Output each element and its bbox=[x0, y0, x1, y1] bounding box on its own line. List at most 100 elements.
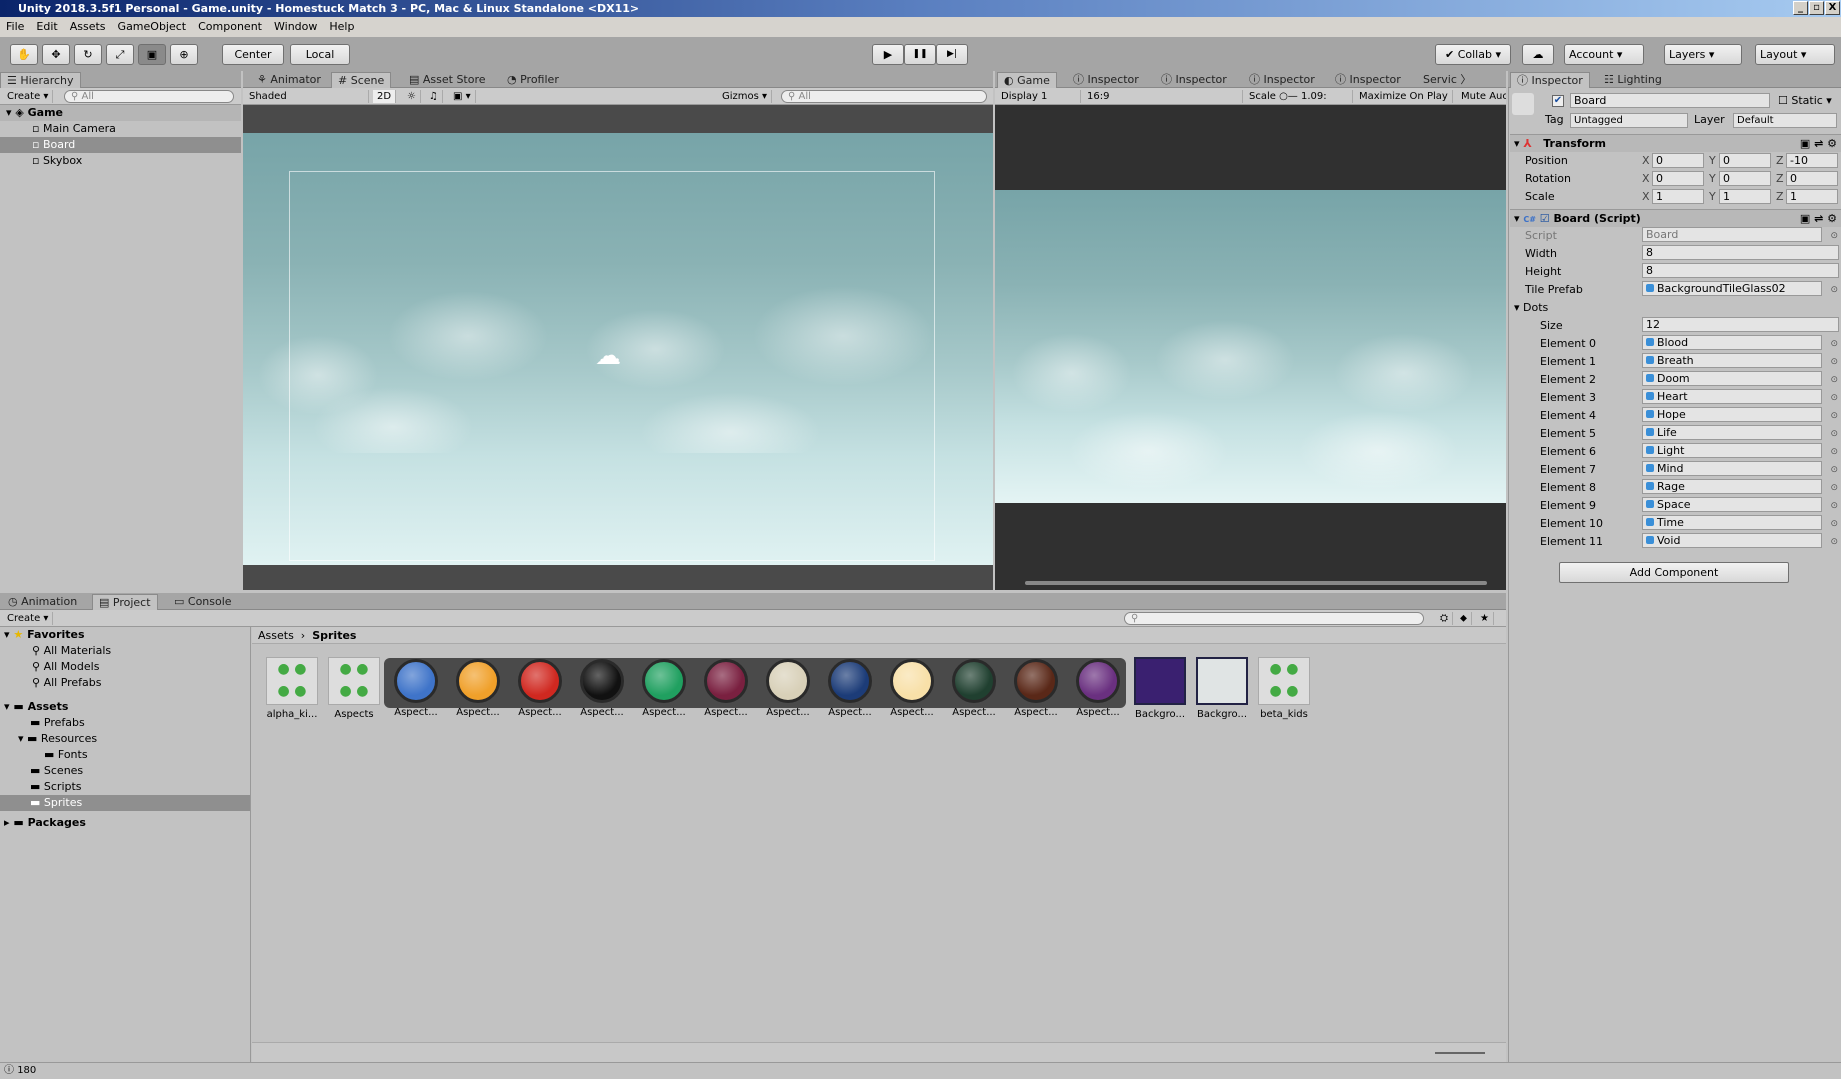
project-create-dropdown[interactable]: Create ▾ bbox=[3, 612, 54, 625]
object-picker-icon[interactable]: ⊙ bbox=[1830, 353, 1838, 371]
assets-foldout[interactable]: ▾ ▬ Assets bbox=[4, 699, 68, 715]
asset-item[interactable]: Backgro... bbox=[1130, 657, 1190, 720]
component-menu-icons[interactable]: ▣ ⇌ ⚙ bbox=[1800, 210, 1837, 228]
tab-inspector-3[interactable]: ⓘ Inspector bbox=[1243, 72, 1321, 88]
folder-fonts[interactable]: ▬ Fonts bbox=[44, 747, 88, 763]
effects-toggle-icon[interactable]: ▣ ▾ bbox=[449, 90, 476, 103]
folder-prefabs[interactable]: ▬ Prefabs bbox=[30, 715, 85, 731]
menu-file[interactable]: File bbox=[0, 17, 30, 37]
object-picker-icon[interactable]: ⊙ bbox=[1830, 281, 1838, 299]
transform-tool-icon[interactable]: ⊕ bbox=[170, 44, 198, 65]
menu-help[interactable]: Help bbox=[323, 17, 360, 37]
step-button[interactable]: ▶| bbox=[936, 44, 968, 65]
element-object-field[interactable]: Space bbox=[1642, 497, 1822, 512]
asset-item[interactable]: ● ● ● ● beta_kids bbox=[1254, 657, 1314, 720]
account-dropdown[interactable]: Account ▾ bbox=[1564, 44, 1644, 65]
hierarchy-item-board[interactable]: ▫ Board bbox=[0, 137, 241, 153]
tab-inspector-2[interactable]: ⓘ Inspector bbox=[1155, 72, 1233, 88]
asset-item[interactable]: Aspect... bbox=[1068, 657, 1128, 718]
tab-lighting[interactable]: ☷ Lighting bbox=[1598, 72, 1668, 88]
pivot-local-button[interactable]: Local bbox=[290, 44, 350, 65]
scene-search-input[interactable]: ⚲ All bbox=[781, 90, 987, 103]
object-picker-icon[interactable]: ⊙ bbox=[1830, 407, 1838, 425]
asset-item[interactable]: Aspect... bbox=[820, 657, 880, 718]
move-tool-icon[interactable]: ✥ bbox=[42, 44, 70, 65]
hierarchy-item-skybox[interactable]: ▫ Skybox bbox=[0, 153, 241, 169]
tab-game[interactable]: ◐ Game bbox=[997, 72, 1057, 88]
tab-animation[interactable]: ◷ Animation bbox=[2, 594, 83, 610]
object-picker-icon[interactable]: ⊙ bbox=[1830, 461, 1838, 479]
height-input[interactable]: 8 bbox=[1642, 263, 1839, 278]
element-object-field[interactable]: Life bbox=[1642, 425, 1822, 440]
enabled-checkbox[interactable]: ☑ bbox=[1540, 212, 1550, 225]
maximize-on-play-toggle[interactable]: Maximize On Play bbox=[1355, 90, 1453, 103]
element-object-field[interactable]: Rage bbox=[1642, 479, 1822, 494]
element-object-field[interactable]: Time bbox=[1642, 515, 1822, 530]
object-picker-icon[interactable]: ⊙ bbox=[1830, 533, 1838, 551]
asset-item[interactable]: Aspect... bbox=[758, 657, 818, 718]
element-object-field[interactable]: Doom bbox=[1642, 371, 1822, 386]
audio-toggle-icon[interactable]: ♫ bbox=[425, 90, 443, 103]
x-input[interactable]: 0 bbox=[1652, 153, 1704, 168]
active-checkbox[interactable]: ✔ bbox=[1552, 95, 1564, 107]
asset-item[interactable]: Aspect... bbox=[882, 657, 942, 718]
y-input[interactable]: 0 bbox=[1719, 153, 1771, 168]
maximize-button[interactable]: ▫ bbox=[1809, 1, 1824, 15]
favorite-all-materials[interactable]: ⚲ All Materials bbox=[32, 643, 111, 659]
aspect-dropdown[interactable]: 16:9 bbox=[1083, 90, 1243, 103]
pivot-center-button[interactable]: Center bbox=[222, 44, 284, 65]
scale-tool-icon[interactable]: ⤢ bbox=[106, 44, 134, 65]
asset-item[interactable]: Aspect... bbox=[696, 657, 756, 718]
asset-item[interactable]: Aspect... bbox=[510, 657, 570, 718]
scene-root[interactable]: ▾ ◈ Game bbox=[0, 105, 241, 121]
hierarchy-create-dropdown[interactable]: Create ▾ bbox=[3, 90, 54, 103]
asset-item[interactable]: Backgro... bbox=[1192, 657, 1252, 720]
menu-component[interactable]: Component bbox=[192, 17, 268, 37]
element-object-field[interactable]: Heart bbox=[1642, 389, 1822, 404]
component-menu-icons[interactable]: ▣ ⇌ ⚙ bbox=[1800, 135, 1837, 153]
2d-toggle[interactable]: 2D bbox=[373, 90, 397, 103]
x-input[interactable]: 1 bbox=[1652, 189, 1704, 204]
z-input[interactable]: -10 bbox=[1786, 153, 1838, 168]
tag-dropdown[interactable]: Untagged bbox=[1570, 113, 1688, 128]
asset-item[interactable]: Aspect... bbox=[448, 657, 508, 718]
board-script-header[interactable]: ▾ C# ☑ Board (Script) ▣ ⇌ ⚙ bbox=[1510, 209, 1841, 227]
object-picker-icon[interactable]: ⊙ bbox=[1830, 389, 1838, 407]
minimize-button[interactable]: _ bbox=[1793, 1, 1808, 15]
object-picker-icon[interactable]: ⊙ bbox=[1830, 443, 1838, 461]
scene-view[interactable]: ☁ bbox=[243, 105, 993, 590]
folder-scripts[interactable]: ▬ Scripts bbox=[30, 779, 82, 795]
asset-item[interactable]: ● ● ● ● alpha_ki... bbox=[262, 657, 322, 720]
favorite-all-models[interactable]: ⚲ All Models bbox=[32, 659, 99, 675]
scale-slider[interactable]: Scale ○— 1.09: bbox=[1245, 90, 1353, 103]
camera-gizmo-icon[interactable]: ☁ bbox=[595, 341, 621, 371]
z-input[interactable]: 0 bbox=[1786, 171, 1838, 186]
size-input[interactable]: 12 bbox=[1642, 317, 1839, 332]
asset-item[interactable]: ● ● ● ● Aspects bbox=[324, 657, 384, 720]
element-object-field[interactable]: Breath bbox=[1642, 353, 1822, 368]
display-dropdown[interactable]: Display 1 bbox=[997, 90, 1081, 103]
favorite-all-prefabs[interactable]: ⚲ All Prefabs bbox=[32, 675, 102, 691]
tab-inspector[interactable]: ⓘ Inspector bbox=[1510, 72, 1590, 88]
y-input[interactable]: 1 bbox=[1719, 189, 1771, 204]
shading-dropdown[interactable]: Shaded bbox=[245, 90, 369, 103]
tab-project[interactable]: ▤ Project bbox=[92, 594, 158, 610]
hierarchy-item-main-camera[interactable]: ▫ Main Camera bbox=[0, 121, 241, 137]
close-button[interactable]: X bbox=[1825, 1, 1840, 15]
favorites-foldout[interactable]: ▾ ★ Favorites bbox=[4, 627, 85, 643]
menu-gameobject[interactable]: GameObject bbox=[112, 17, 193, 37]
folder-resources[interactable]: ▾ ▬ Resources bbox=[18, 731, 97, 747]
object-picker-icon[interactable]: ⊙ bbox=[1830, 227, 1838, 245]
tab-animator[interactable]: ⚘ Animator bbox=[251, 72, 327, 88]
asset-item[interactable]: Aspect... bbox=[572, 657, 632, 718]
object-name-input[interactable]: Board bbox=[1570, 93, 1770, 108]
tab-hierarchy[interactable]: ☰ Hierarchy bbox=[0, 72, 81, 88]
tab-profiler[interactable]: ◔ Profiler bbox=[501, 72, 565, 88]
object-picker-icon[interactable]: ⊙ bbox=[1830, 371, 1838, 389]
gizmos-dropdown[interactable]: Gizmos ▾ bbox=[718, 90, 773, 103]
object-picker-icon[interactable]: ⊙ bbox=[1830, 335, 1838, 353]
packages-foldout[interactable]: ▸ ▬ Packages bbox=[4, 815, 86, 831]
filter-label-icon[interactable]: ⬥ bbox=[1456, 612, 1472, 625]
object-picker-icon[interactable]: ⊙ bbox=[1830, 479, 1838, 497]
tab-asset-store[interactable]: ▤ Asset Store bbox=[403, 72, 492, 88]
